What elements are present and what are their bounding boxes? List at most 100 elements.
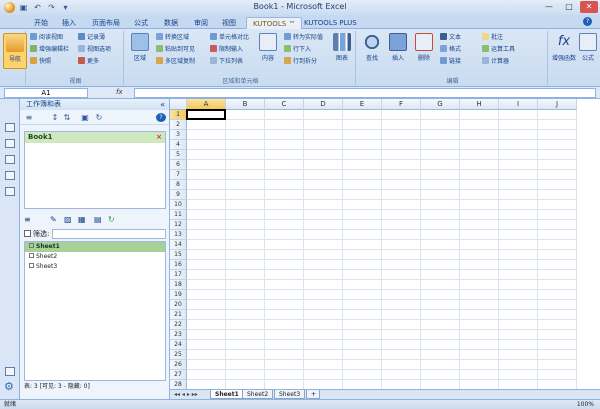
- more-button[interactable]: 更多: [78, 57, 99, 67]
- dropdown-list-button[interactable]: 下拉列表: [210, 57, 243, 67]
- row-header[interactable]: 2: [170, 120, 187, 130]
- refresh-sheets-icon[interactable]: ↻: [108, 215, 115, 224]
- sort-desc-icon[interactable]: ⇅: [62, 113, 72, 122]
- row-header[interactable]: 14: [170, 240, 187, 250]
- column-header[interactable]: G: [421, 99, 460, 110]
- calculator-button[interactable]: 计算器: [482, 57, 509, 67]
- sheet-tab[interactable]: Sheet2: [242, 390, 274, 399]
- hide-sheet-icon[interactable]: ▤: [94, 215, 102, 224]
- tab-view[interactable]: 视图: [216, 17, 242, 29]
- row-header[interactable]: 13: [170, 230, 187, 240]
- row-header[interactable]: 6: [170, 160, 187, 170]
- edit-sheet-icon[interactable]: ✎: [50, 215, 57, 224]
- tab-review[interactable]: 审阅: [188, 17, 214, 29]
- delete-sheet-icon[interactable]: ▦: [78, 215, 86, 224]
- column-header[interactable]: F: [382, 99, 421, 110]
- compare-cells-button[interactable]: 单元格对比: [210, 33, 249, 43]
- formula-input[interactable]: [134, 88, 596, 98]
- row-header[interactable]: 19: [170, 290, 187, 300]
- row-header[interactable]: 15: [170, 250, 187, 260]
- row-header[interactable]: 12: [170, 220, 187, 230]
- sheet-nav-arrows[interactable]: ◂◂ ◂ ▸ ▸▸: [174, 390, 198, 399]
- insert-row-button[interactable]: 行下入: [284, 45, 311, 55]
- comment-button[interactable]: 批注: [482, 33, 503, 43]
- list-view-icon[interactable]: ≡: [24, 113, 34, 122]
- row-header[interactable]: 27: [170, 370, 187, 380]
- chart-button[interactable]: 图表: [330, 33, 354, 69]
- close-all-icon[interactable]: ▣: [80, 113, 90, 122]
- active-cell[interactable]: [186, 109, 226, 120]
- tab-home[interactable]: 开始: [28, 17, 54, 29]
- column-header[interactable]: C: [265, 99, 304, 110]
- row-header[interactable]: 26: [170, 360, 187, 370]
- filter-input[interactable]: [52, 229, 166, 239]
- sheet-checkbox[interactable]: [29, 263, 34, 268]
- share-icon[interactable]: [5, 367, 15, 376]
- row-header[interactable]: 17: [170, 270, 187, 280]
- column-header[interactable]: I: [499, 99, 538, 110]
- tab-insert[interactable]: 插入: [56, 17, 82, 29]
- sheet-item[interactable]: Sheet1: [25, 242, 165, 252]
- paste-visible-button[interactable]: 粘贴到可见: [156, 45, 195, 55]
- row-header[interactable]: 9: [170, 190, 187, 200]
- limit-input-button[interactable]: 限制输入: [210, 45, 243, 55]
- autotext-icon[interactable]: [5, 139, 15, 148]
- name-box[interactable]: A1: [4, 88, 88, 98]
- multi-copy-button[interactable]: 多区域复制: [156, 57, 195, 67]
- sheet-item[interactable]: Sheet3: [25, 262, 165, 272]
- collapse-pane-icon[interactable]: «: [160, 99, 165, 110]
- gear-icon[interactable]: ⚙: [4, 381, 16, 393]
- delete-button[interactable]: 删除: [412, 33, 436, 69]
- format-button[interactable]: 格式: [440, 45, 461, 55]
- sheet-tab[interactable]: Sheet3: [274, 390, 306, 399]
- content-button[interactable]: 内容: [256, 33, 280, 69]
- view-options-button[interactable]: 视图选项: [78, 45, 111, 55]
- column-header[interactable]: B: [226, 99, 265, 110]
- row-header[interactable]: 8: [170, 180, 187, 190]
- enhanced-functions-button[interactable]: fx 增强函数: [552, 33, 576, 69]
- image-icon[interactable]: ▨: [64, 215, 72, 224]
- link-button[interactable]: 链接: [440, 57, 461, 67]
- sort-icon[interactable]: ↕: [50, 113, 60, 122]
- row-header[interactable]: 24: [170, 340, 187, 350]
- row-header[interactable]: 5: [170, 150, 187, 160]
- row-header[interactable]: 20: [170, 300, 187, 310]
- column-header[interactable]: D: [304, 99, 343, 110]
- row-header[interactable]: 22: [170, 320, 187, 330]
- row-header[interactable]: 10: [170, 200, 187, 210]
- tab-kutools[interactable]: KUTOOLS ™: [246, 17, 303, 29]
- snapshot-button[interactable]: 快照: [30, 57, 51, 67]
- convert-range-button[interactable]: 转换区域: [156, 33, 189, 43]
- find-button[interactable]: 查找: [360, 33, 384, 69]
- column-header[interactable]: J: [538, 99, 577, 110]
- column-list-icon[interactable]: [5, 171, 15, 180]
- zoom-level[interactable]: 100%: [577, 400, 594, 409]
- tab-formulas[interactable]: 公式: [128, 17, 154, 29]
- spreadsheet-grid[interactable]: A B C D E F G H I J 1 2 3 4 5 6 7 8 9 10 11 12 13 14 15 16 17 18 19 2…: [170, 99, 600, 389]
- range-button[interactable]: 区域: [128, 33, 152, 69]
- row-header[interactable]: 4: [170, 140, 187, 150]
- filter-checkbox[interactable]: [24, 230, 31, 237]
- maximize-button[interactable]: □: [560, 1, 578, 13]
- column-header[interactable]: E: [343, 99, 382, 110]
- enhanced-formula-bar-button[interactable]: 增强编辑栏: [30, 45, 69, 55]
- select-all-corner[interactable]: [170, 99, 187, 110]
- sheet-tab[interactable]: Sheet1: [210, 390, 244, 399]
- sheet-item[interactable]: Sheet2: [25, 252, 165, 262]
- sheet-checkbox[interactable]: [29, 243, 34, 248]
- refresh-icon[interactable]: ↻: [94, 113, 104, 122]
- insert-button[interactable]: 插入: [386, 33, 410, 69]
- record-book-button[interactable]: 记录薄: [78, 33, 105, 43]
- sheet-checkbox[interactable]: [29, 253, 34, 258]
- insert-sheet-icon[interactable]: +: [306, 390, 320, 399]
- find-replace-icon[interactable]: [5, 187, 15, 196]
- close-workbook-icon[interactable]: ×: [156, 132, 162, 143]
- row-header[interactable]: 11: [170, 210, 187, 220]
- row-header[interactable]: 7: [170, 170, 187, 180]
- workbook-item[interactable]: Book1 ×: [25, 132, 165, 143]
- row-header[interactable]: 25: [170, 350, 187, 360]
- reading-view-button[interactable]: 阅读视图: [30, 33, 63, 43]
- column-header[interactable]: H: [460, 99, 499, 110]
- tab-page-layout[interactable]: 页面布局: [86, 17, 126, 29]
- text-button[interactable]: 文本: [440, 33, 461, 43]
